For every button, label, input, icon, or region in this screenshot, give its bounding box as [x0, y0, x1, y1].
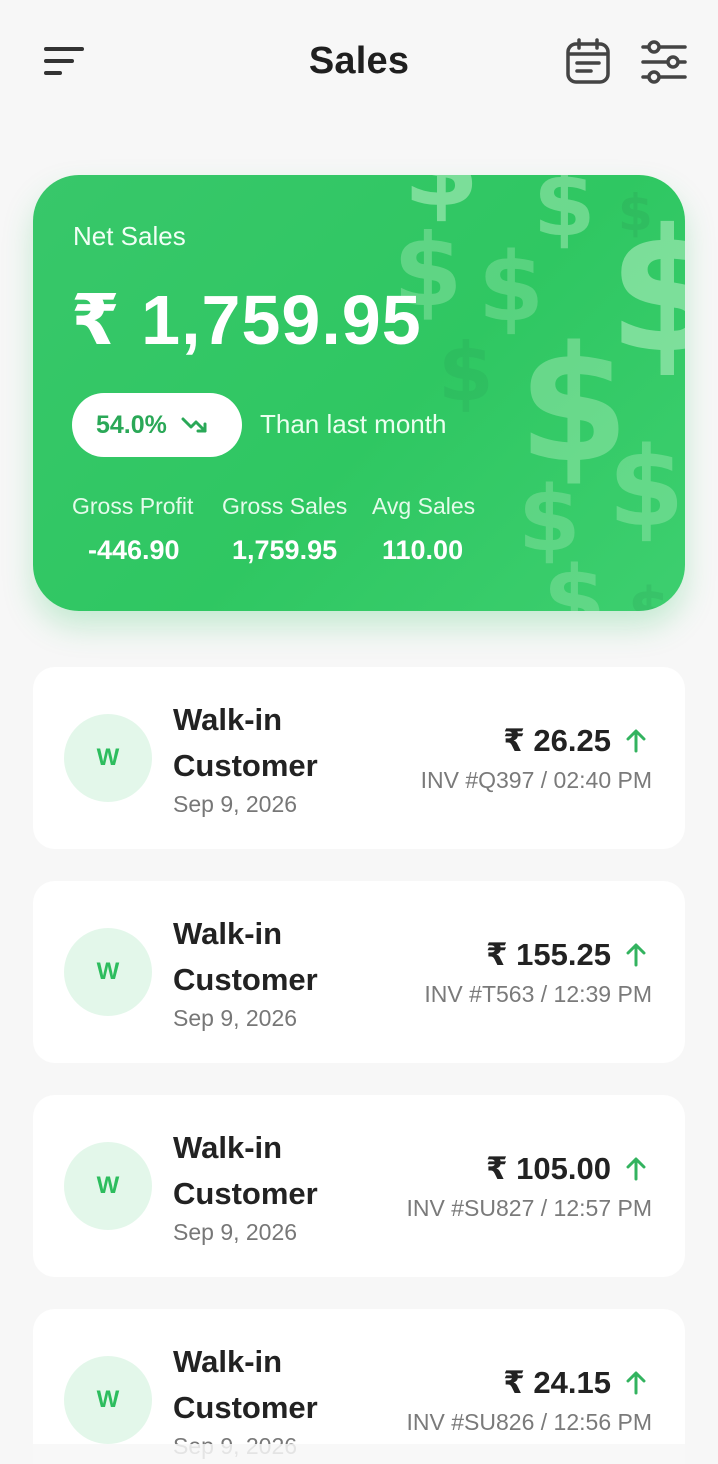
sale-list-item[interactable]: W Walk-in Customer Sep 9, 2026 ₹ 24.15 I… — [33, 1309, 685, 1464]
sale-date: Sep 9, 2026 — [173, 791, 298, 817]
sale-amount: ₹ 26.25 — [503, 723, 611, 758]
sale-date: Sep 9, 2026 — [173, 1219, 298, 1245]
gross-profit-label: Gross Profit — [72, 493, 194, 519]
filter-sliders-icon[interactable] — [640, 38, 688, 86]
invoice-info: INV #SU826 / 12:56 PM — [406, 1409, 652, 1435]
sale-date: Sep 9, 2026 — [173, 1005, 298, 1031]
change-percent: 54.0% — [96, 410, 167, 439]
customer-name: Walk-in Customer — [173, 702, 318, 783]
svg-text:$: $ — [608, 423, 685, 551]
net-sales-label: Net Sales — [73, 221, 186, 251]
svg-text:$: $ — [543, 547, 606, 611]
calendar-icon[interactable] — [564, 38, 612, 86]
sale-amount: ₹ 155.25 — [486, 937, 611, 972]
customer-avatar: W — [64, 928, 152, 1016]
gross-sales-label: Gross Sales — [222, 493, 348, 519]
customer-name: Walk-in Customer — [173, 916, 318, 997]
sale-list-item[interactable]: W Walk-in Customer Sep 9, 2026 ₹ 105.00 … — [33, 1095, 685, 1277]
customer-name: Walk-in Customer — [173, 1130, 318, 1211]
invoice-info: INV #T563 / 12:39 PM — [424, 981, 652, 1007]
avg-sales-value: 110.00 — [382, 535, 464, 565]
net-sales-card: $ $ $ $ $ $ $ $ $ $ $ $ Net Sales ₹ 1,75… — [33, 175, 685, 611]
net-sales-value: ₹ 1,759.95 — [71, 281, 422, 359]
sale-amount: ₹ 105.00 — [486, 1151, 611, 1186]
gross-sales-value: 1,759.95 — [232, 535, 338, 565]
sale-amount-row: ₹ 105.00 — [486, 1151, 649, 1187]
svg-text:$: $ — [438, 326, 494, 419]
sale-list-item[interactable]: W Walk-in Customer Sep 9, 2026 ₹ 26.25 I… — [33, 667, 685, 849]
customer-avatar: W — [64, 1142, 152, 1230]
bottom-fade-overlay — [0, 1444, 718, 1464]
gross-profit-value: -446.90 — [88, 535, 180, 565]
arrow-up-icon — [626, 943, 646, 967]
avg-sales-label: Avg Sales — [372, 493, 476, 519]
invoice-info: INV #Q397 / 02:40 PM — [420, 767, 652, 793]
arrow-up-icon — [626, 729, 646, 753]
arrow-up-icon — [626, 1371, 646, 1395]
invoice-info: INV #SU827 / 12:57 PM — [406, 1195, 652, 1221]
arrow-up-icon — [626, 1157, 646, 1181]
trend-down-icon — [181, 417, 207, 433]
sale-list-item[interactable]: W Walk-in Customer Sep 9, 2026 ₹ 155.25 … — [33, 881, 685, 1063]
change-badge: 54.0% — [72, 393, 242, 457]
change-caption: Than last month — [260, 409, 447, 439]
sale-amount-row: ₹ 155.25 — [486, 937, 649, 973]
svg-text:$: $ — [628, 575, 670, 611]
sale-amount-row: ₹ 24.15 — [503, 1365, 649, 1401]
app-header: Sales — [0, 0, 718, 130]
sale-amount: ₹ 24.15 — [503, 1365, 611, 1400]
sale-amount-row: ₹ 26.25 — [503, 723, 649, 759]
customer-avatar: W — [64, 714, 152, 802]
customer-avatar: W — [64, 1356, 152, 1444]
customer-name: Walk-in Customer — [173, 1344, 318, 1425]
